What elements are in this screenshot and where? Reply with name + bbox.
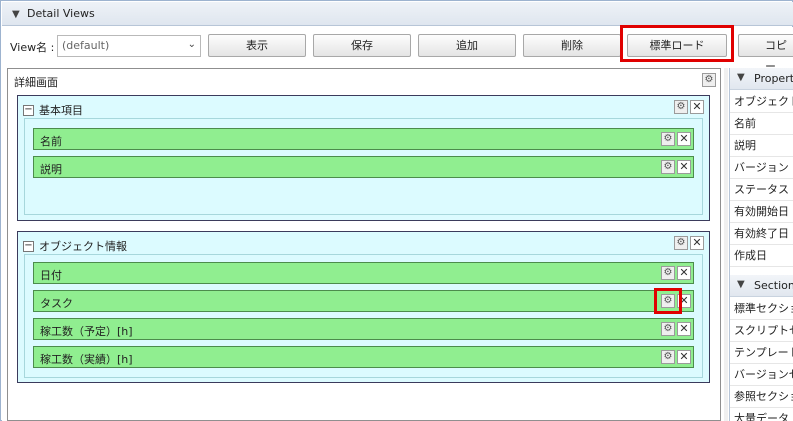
gear-icon[interactable]: ⚙	[702, 73, 716, 87]
gear-icon[interactable]: ⚙	[661, 160, 675, 174]
field-row[interactable]: 稼工数（実績）[h] ⚙ ✕	[33, 346, 694, 368]
gear-icon[interactable]: ⚙	[661, 266, 675, 280]
detail-screen-title: 詳細画面	[14, 76, 58, 89]
list-item[interactable]: テンプレート	[730, 342, 793, 364]
view-name-select[interactable]: (default) ⌄	[57, 35, 201, 57]
minus-icon[interactable]: −	[23, 241, 34, 252]
gear-icon[interactable]: ⚙	[661, 350, 675, 364]
window-title: Detail Views	[27, 7, 95, 20]
save-button[interactable]: 保存	[313, 34, 411, 57]
detail-screen-panel: 詳細画面 ⚙ − 基本項目 ⚙ ✕ 名前 ⚙ ✕ 説明 ⚙ ✕ − オブジェクト…	[7, 68, 721, 421]
chevron-down-icon: ⌄	[187, 39, 196, 50]
gear-icon[interactable]: ⚙	[674, 100, 688, 114]
property-panel-title: Property	[754, 72, 793, 85]
highlight-box	[654, 288, 682, 314]
field-label: 日付	[40, 269, 62, 282]
list-item[interactable]: 名前	[730, 113, 793, 135]
view-select-value: (default)	[62, 39, 110, 52]
section-panel-title: Section	[754, 279, 793, 292]
gear-icon[interactable]: ⚙	[661, 322, 675, 336]
delete-button[interactable]: 削除	[523, 34, 621, 57]
close-icon[interactable]: ✕	[677, 350, 691, 364]
highlight-box	[620, 25, 734, 62]
view-name-label: View名 :	[10, 41, 55, 54]
chevron-down-icon: ▼	[737, 279, 745, 290]
section-basic-items: − 基本項目 ⚙ ✕ 名前 ⚙ ✕ 説明 ⚙ ✕	[17, 95, 710, 221]
field-label: 名前	[40, 135, 62, 148]
list-item[interactable]: 説明	[730, 135, 793, 157]
field-row[interactable]: 日付 ⚙ ✕	[33, 262, 694, 284]
field-row[interactable]: 説明 ⚙ ✕	[33, 156, 694, 178]
minus-icon[interactable]: −	[23, 105, 34, 116]
close-icon[interactable]: ✕	[677, 132, 691, 146]
gear-icon[interactable]: ⚙	[661, 132, 675, 146]
copy-button[interactable]: コピー	[738, 34, 793, 73]
close-icon[interactable]: ✕	[677, 160, 691, 174]
side-panels: ▼ Property オブジェクト 名前 説明 バージョン ステータス 有効開始…	[729, 68, 793, 421]
list-item[interactable]: 作成日	[730, 245, 793, 267]
section-title: オブジェクト情報	[39, 240, 127, 253]
main-content: View名 : (default) ⌄ 表示 保存 追加 削除 標準ロード コピ…	[2, 25, 793, 421]
window-titlebar[interactable]: ▼ Detail Views	[2, 2, 793, 26]
collapse-chevron-icon[interactable]: ▼	[12, 9, 20, 20]
list-item[interactable]: 大量データ	[730, 408, 793, 421]
list-item[interactable]: バージョンセクション	[730, 364, 793, 386]
list-item[interactable]: オブジェクト	[730, 91, 793, 113]
close-icon[interactable]: ✕	[690, 100, 704, 114]
section-panel-header[interactable]: ▼ Section	[730, 275, 793, 297]
list-item[interactable]: 参照セクション	[730, 386, 793, 408]
field-row[interactable]: タスク ⚙ ✕	[33, 288, 694, 314]
section-body: 日付 ⚙ ✕ タスク ⚙ ✕ 稼工数（予定）[h] ⚙ ✕ 稼工数（実績）[h]…	[24, 254, 703, 378]
chevron-down-icon: ▼	[737, 72, 745, 83]
close-icon[interactable]: ✕	[677, 322, 691, 336]
list-item[interactable]: 標準セクション	[730, 298, 793, 320]
field-label: 稼工数（実績）[h]	[40, 353, 133, 366]
close-icon[interactable]: ✕	[690, 236, 704, 250]
list-item[interactable]: 有効終了日	[730, 223, 793, 245]
list-item[interactable]: 有効開始日	[730, 201, 793, 223]
property-list: オブジェクト 名前 説明 バージョン ステータス 有効開始日 有効終了日 作成日	[730, 91, 793, 275]
add-button[interactable]: 追加	[418, 34, 516, 57]
show-button[interactable]: 表示	[208, 34, 306, 57]
list-item[interactable]: ステータス	[730, 179, 793, 201]
field-label: タスク	[40, 297, 73, 310]
field-row[interactable]: 名前 ⚙ ✕	[33, 128, 694, 150]
list-item[interactable]: スクリプトセクション	[730, 320, 793, 342]
property-panel-header[interactable]: ▼ Property	[730, 68, 793, 90]
field-row[interactable]: 稼工数（予定）[h] ⚙ ✕	[33, 318, 694, 340]
list-item[interactable]: バージョン	[730, 157, 793, 179]
panel-splitter[interactable]	[724, 68, 728, 421]
field-label: 稼工数（予定）[h]	[40, 325, 133, 338]
gear-icon[interactable]: ⚙	[674, 236, 688, 250]
section-title: 基本項目	[39, 104, 83, 117]
section-body: 名前 ⚙ ✕ 説明 ⚙ ✕	[24, 118, 703, 215]
detail-views-window: ▼ Detail Views View名 : (default) ⌄ 表示 保存…	[0, 0, 793, 421]
section-object-info: − オブジェクト情報 ⚙ ✕ 日付 ⚙ ✕ タスク ⚙ ✕ 稼工数（予定）[h]…	[17, 231, 710, 383]
close-icon[interactable]: ✕	[677, 266, 691, 280]
section-list: 標準セクション スクリプトセクション テンプレート バージョンセクション 参照セ…	[730, 298, 793, 421]
field-label: 説明	[40, 163, 62, 176]
